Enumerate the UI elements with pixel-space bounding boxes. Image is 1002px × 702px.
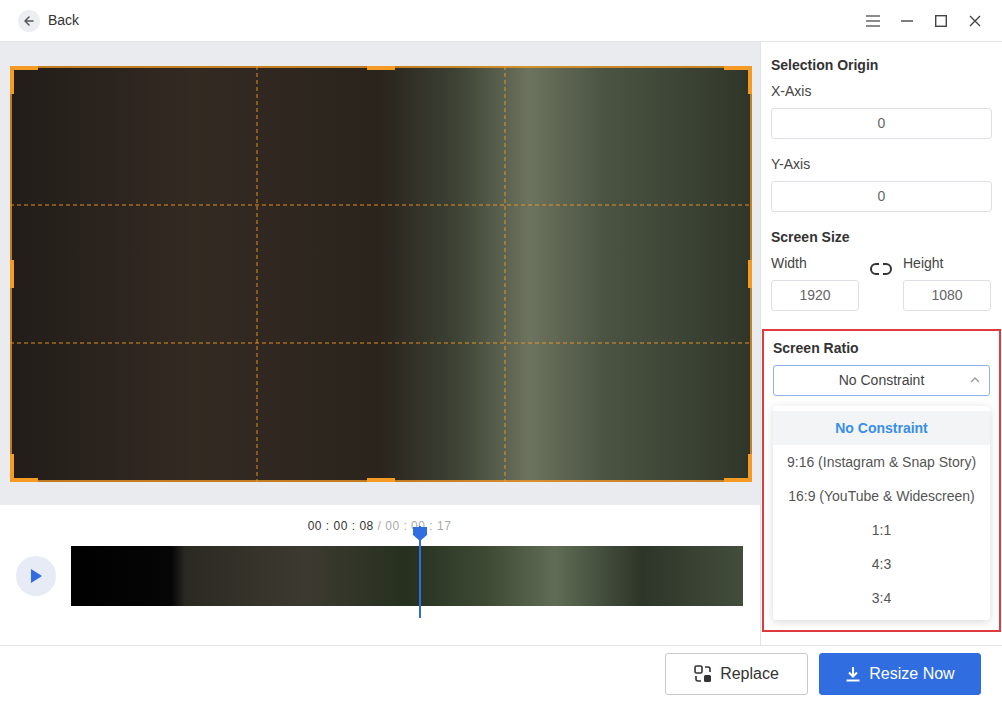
field-label: Y-Axis [771, 155, 992, 173]
back-button[interactable]: Back [18, 10, 79, 32]
video-frame [10, 66, 752, 482]
play-button[interactable] [16, 556, 56, 596]
app-window: Back [0, 0, 1002, 702]
download-icon[interactable] [845, 666, 861, 682]
time-separator: / [378, 519, 382, 533]
ratio-highlight: Screen Ratio No Constraint No Constraint… [762, 329, 1001, 632]
back-label[interactable]: Back [48, 10, 79, 31]
resize-button[interactable]: Resize Now [819, 653, 981, 695]
action-bar: Replace Resize Now [0, 645, 1002, 702]
title-bar: Back [0, 0, 1002, 42]
ratio-option[interactable]: 9:16 (Instagram & Snap Story) [773, 445, 990, 479]
playhead[interactable] [419, 526, 421, 618]
height-input[interactable] [903, 280, 991, 311]
ratio-option[interactable]: 3:4 [773, 581, 990, 615]
ratio-options: No Constraint9:16 (Instagram & Snap Stor… [773, 406, 990, 620]
preview-area [0, 42, 760, 505]
button-label[interactable]: Replace [720, 662, 779, 686]
y-axis-input[interactable] [771, 181, 992, 212]
section-title: Screen Size [771, 228, 992, 246]
aspect-link-icon[interactable] [859, 254, 903, 284]
ratio-dropdown[interactable]: No Constraint [773, 365, 990, 396]
timeline: 00 : 00 : 08 / 00 : 00 : 17 [0, 505, 760, 645]
crop-box[interactable] [10, 66, 752, 482]
timeline-track[interactable] [71, 546, 743, 606]
menu-icon[interactable] [856, 6, 890, 36]
back-arrow-icon [18, 10, 40, 32]
filmstrip [71, 546, 743, 606]
current-time: 00 : 00 : 08 [308, 519, 374, 533]
playhead-pin-icon[interactable] [412, 526, 428, 542]
section-title: Screen Ratio [773, 339, 990, 357]
ratio-option[interactable]: No Constraint [773, 411, 990, 445]
minimize-icon[interactable] [890, 6, 924, 36]
ratio-option[interactable]: 4:3 [773, 547, 990, 581]
settings-panel: Selection Origin X-Axis Y-Axis Screen Si… [760, 42, 1002, 645]
width-input[interactable] [771, 280, 859, 311]
button-label[interactable]: Resize Now [869, 662, 954, 686]
ratio-option[interactable]: 16:9 (YouTube & Widescreen) [773, 479, 990, 513]
ratio-option[interactable]: 1:1 [773, 513, 990, 547]
x-axis-input[interactable] [771, 108, 992, 139]
field-label: Width [771, 254, 859, 272]
field-label: X-Axis [771, 82, 992, 100]
chevron-icon[interactable] [969, 374, 981, 386]
workspace: 00 : 00 : 08 / 00 : 00 : 17 Selection Or… [0, 42, 1002, 645]
ratio-value[interactable]: No Constraint [839, 372, 925, 388]
time-display: 00 : 00 : 08 / 00 : 00 : 17 [16, 517, 743, 535]
close-icon[interactable] [958, 6, 992, 36]
section-title: Selection Origin [771, 56, 992, 74]
field-label: Height [903, 254, 991, 272]
play-icon[interactable] [29, 568, 43, 584]
replace-icon[interactable] [694, 665, 712, 683]
maximize-icon[interactable] [924, 6, 958, 36]
replace-button[interactable]: Replace [665, 653, 808, 695]
editor-area: 00 : 00 : 08 / 00 : 00 : 17 [0, 42, 760, 645]
